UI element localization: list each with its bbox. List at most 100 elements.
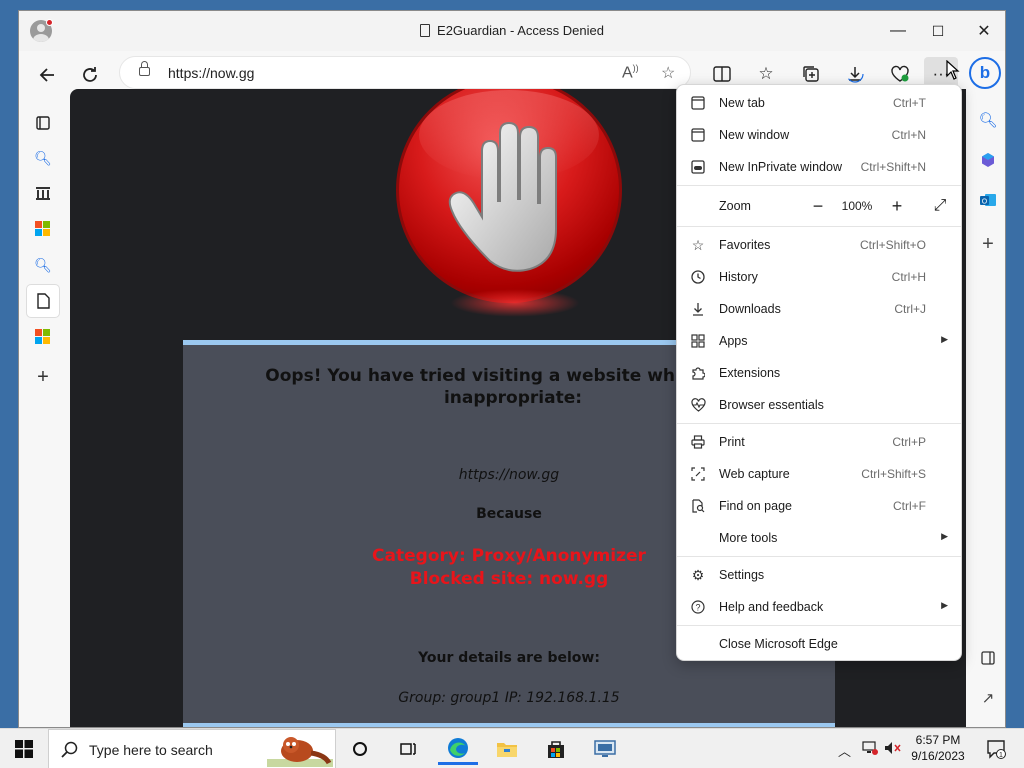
menu-item-label: Web capture <box>719 467 790 481</box>
edge-taskbar-icon[interactable] <box>438 733 478 765</box>
menu-item-label: Close Microsoft Edge <box>719 637 838 651</box>
extensions-icon <box>689 364 707 382</box>
add-sidebar-icon[interactable]: + <box>973 229 1003 259</box>
task-view-icon[interactable] <box>388 733 428 765</box>
clock-date: 9/16/2023 <box>911 749 965 763</box>
address-bar[interactable]: https://now.gg A)) ☆ <box>119 56 691 89</box>
mouse-cursor-icon <box>946 60 960 80</box>
menu-item-print[interactable]: Print Ctrl+P <box>677 426 961 458</box>
menu-item-browser-essentials[interactable]: Browser essentials <box>677 389 961 421</box>
menu-item-shortcut: Ctrl+N <box>891 128 926 142</box>
new-tab-plus-icon[interactable]: + <box>27 361 59 393</box>
volume-muted-icon[interactable] <box>884 741 902 758</box>
right-sidebar: 🔍︎ O + ↗ <box>969 99 1005 727</box>
menu-item-label: Extensions <box>719 366 781 380</box>
close-button[interactable]: ✕ <box>961 11 1005 51</box>
menu-item-downloads[interactable]: Downloads Ctrl+J <box>677 293 961 325</box>
network-icon[interactable] <box>862 741 878 758</box>
maximize-button[interactable]: ☐ <box>915 11 961 51</box>
menu-item-settings[interactable]: ⚙ Settings <box>677 559 961 591</box>
menu-divider <box>677 556 961 557</box>
menu-item-new-tab[interactable]: New tab Ctrl+T <box>677 87 961 119</box>
windows-logo-icon <box>15 740 33 758</box>
menu-item-zoom: Zoom − 100% + ⤢ <box>677 190 961 222</box>
menu-item-new-window[interactable]: New window Ctrl+N <box>677 119 961 151</box>
menu-item-shortcut: Ctrl+J <box>894 302 926 316</box>
active-tab-page-icon[interactable] <box>27 285 59 317</box>
menu-item-favorites[interactable]: ☆ Favorites Ctrl+Shift+O <box>677 229 961 261</box>
shopping-icon[interactable] <box>973 145 1003 175</box>
menu-divider <box>677 226 961 227</box>
window-title: E2Guardian - Access Denied <box>19 23 1005 38</box>
tab-actions-icon[interactable] <box>27 107 59 139</box>
bing-copilot-icon[interactable]: b <box>969 57 1001 89</box>
menu-item-web-capture[interactable]: Web capture Ctrl+Shift+S <box>677 458 961 490</box>
menu-item-label: Settings <box>719 568 765 582</box>
menu-item-shortcut: Ctrl+Shift+O <box>859 238 926 252</box>
red-panda-illustration <box>267 737 333 767</box>
read-aloud-icon[interactable]: A)) <box>622 63 639 82</box>
search-icon <box>61 741 78 758</box>
fullscreen-icon[interactable]: ⤢ <box>927 190 953 222</box>
outlook-icon[interactable]: O <box>973 185 1003 215</box>
lock-icon[interactable] <box>139 61 150 76</box>
zoom-label: Zoom <box>719 199 751 213</box>
action-center-icon[interactable]: 1 <box>978 733 1014 765</box>
search-tab-icon-2[interactable]: 🔍︎ <box>27 249 59 281</box>
microsoft-tab-icon-2[interactable] <box>27 321 59 353</box>
open-external-icon[interactable]: ↗ <box>973 683 1003 713</box>
start-button[interactable] <box>0 729 48 768</box>
menu-divider <box>677 423 961 424</box>
menu-item-extensions[interactable]: Extensions <box>677 357 961 389</box>
menu-item-history[interactable]: History Ctrl+H <box>677 261 961 293</box>
chevron-right-icon: ▶ <box>941 600 948 610</box>
group-ip-text: Group: group1 IP: 192.168.1.15 <box>398 690 620 706</box>
gear-icon: ⚙ <box>691 566 705 583</box>
menu-item-shortcut: Ctrl+P <box>892 435 926 449</box>
print-icon <box>689 433 707 451</box>
menu-item-label: History <box>719 270 758 284</box>
menu-divider <box>677 185 961 186</box>
menu-item-apps[interactable]: Apps ▶ <box>677 325 961 357</box>
cortana-icon[interactable] <box>340 733 380 765</box>
menu-item-label: Downloads <box>719 302 781 316</box>
settings-and-more-menu: New tab Ctrl+T New window Ctrl+N New InP… <box>676 84 962 661</box>
menu-item-label: Help and feedback <box>719 600 824 614</box>
sidebar-toggle-icon[interactable] <box>973 643 1003 673</box>
back-icon[interactable] <box>31 59 63 91</box>
system-clock[interactable]: 6:57 PM 9/16/2023 <box>906 732 970 764</box>
document-icon <box>420 24 431 37</box>
menu-item-label: New tab <box>719 96 765 110</box>
menu-item-find-on-page[interactable]: Find on page Ctrl+F <box>677 490 961 522</box>
taskbar-search-box[interactable]: Type here to search <box>48 729 336 768</box>
remote-desktop-icon[interactable] <box>585 733 625 765</box>
zoom-out-button[interactable]: − <box>805 190 831 222</box>
address-url[interactable]: https://now.gg <box>168 65 254 81</box>
menu-item-shortcut: Ctrl+F <box>893 499 926 513</box>
menu-item-label: New window <box>719 128 790 142</box>
menu-item-label: More tools <box>719 531 778 545</box>
menu-item-label: Apps <box>719 334 748 348</box>
web-capture-icon <box>689 465 707 483</box>
menu-item-close-edge[interactable]: Close Microsoft Edge <box>677 628 961 660</box>
find-icon <box>689 497 707 515</box>
store-icon[interactable] <box>536 733 576 765</box>
vertical-tabs-sidebar: 🔍︎ 🔍︎ + <box>19 99 67 727</box>
menu-item-label: Find on page <box>719 499 792 513</box>
menu-item-help-and-feedback[interactable]: ? Help and feedback ▶ <box>677 591 961 623</box>
menu-item-new-inprivate-window[interactable]: New InPrivate window Ctrl+Shift+N <box>677 151 961 183</box>
menu-item-more-tools[interactable]: More tools ▶ <box>677 522 961 554</box>
apps-icon <box>689 332 707 350</box>
library-tab-icon[interactable] <box>27 177 59 209</box>
microsoft-tab-icon[interactable] <box>27 213 59 245</box>
search-sidebar-icon[interactable]: 🔍︎ <box>973 105 1003 135</box>
search-tab-icon[interactable]: 🔍︎ <box>27 142 59 174</box>
notification-count: 1 <box>999 752 1003 759</box>
file-explorer-icon[interactable] <box>487 733 527 765</box>
show-hidden-icons-chevron-icon[interactable]: ︿ <box>838 741 851 760</box>
favorite-star-icon[interactable]: ☆ <box>661 63 675 83</box>
menu-item-shortcut: Ctrl+H <box>891 270 926 284</box>
zoom-in-button[interactable]: + <box>884 190 910 222</box>
refresh-icon[interactable] <box>74 59 106 91</box>
new-window-icon <box>689 126 707 144</box>
